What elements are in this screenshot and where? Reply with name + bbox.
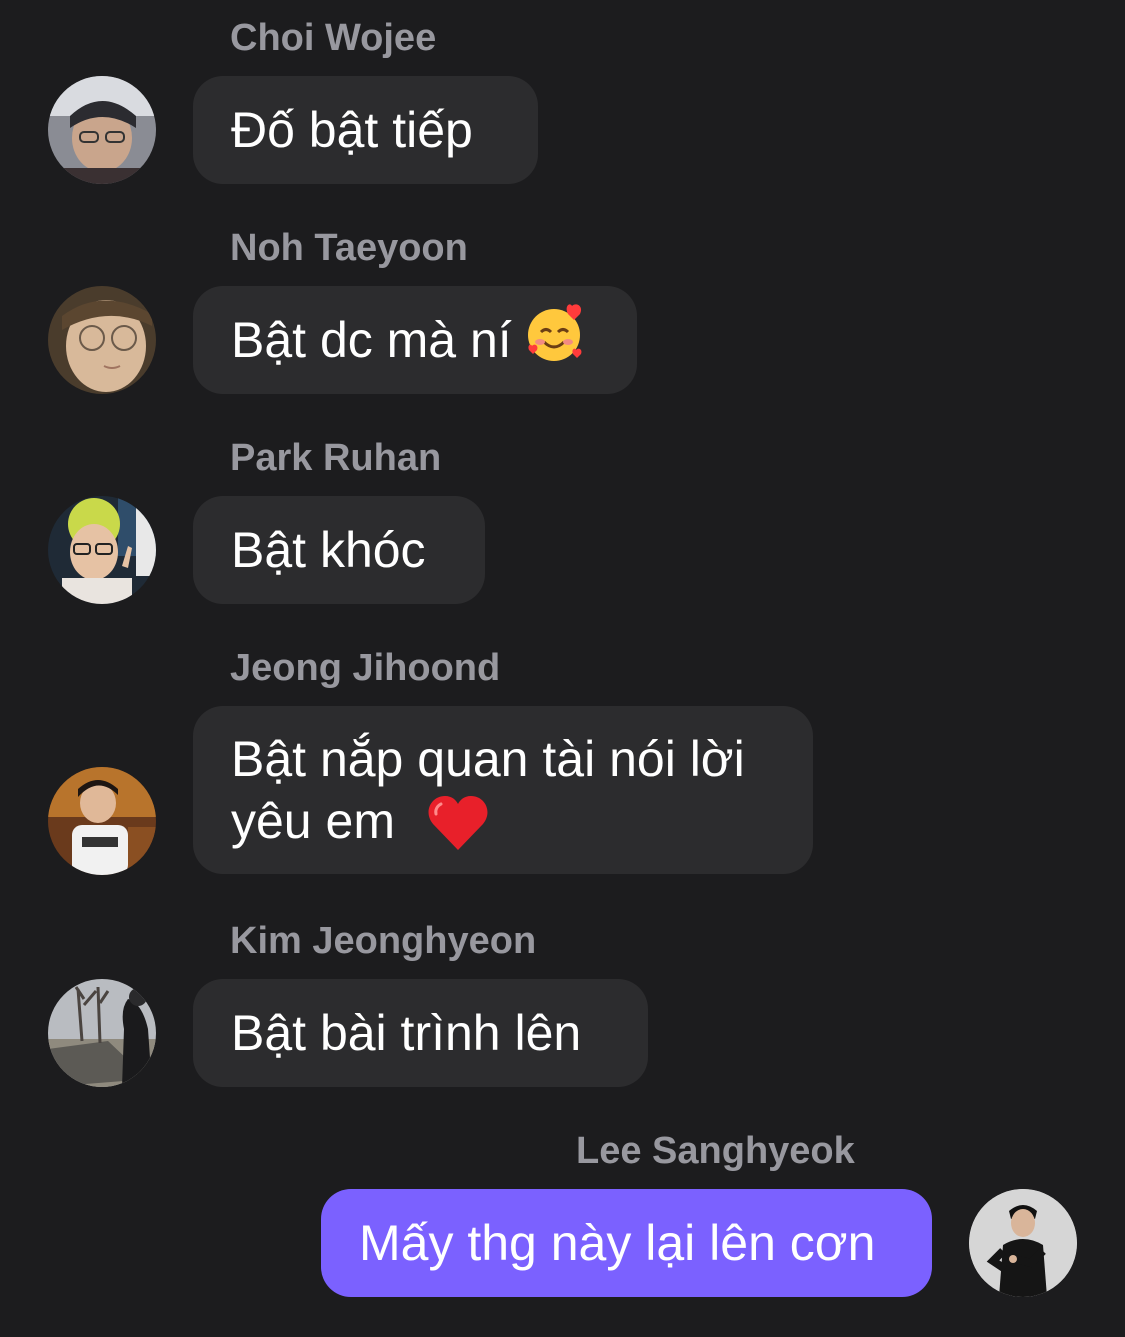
smiling-face-with-hearts-emoji: [524, 302, 586, 378]
message-text: Bật khóc: [231, 522, 426, 578]
message-bubble[interactable]: Bật khóc: [193, 496, 485, 604]
message-bubble[interactable]: Bật dc mà ní: [193, 286, 637, 394]
message-text: Đố bật tiếp: [231, 102, 473, 158]
user-photo-avatar[interactable]: [48, 767, 156, 875]
message-text: Bật dc mà ní: [231, 312, 512, 368]
sender-name: Jeong Jihoond: [230, 647, 501, 689]
sender-name: Park Ruhan: [230, 437, 442, 479]
sender-name: Choi Wojee: [230, 17, 437, 59]
message-text: Bật bài trình lên: [231, 1005, 582, 1061]
message-bubble[interactable]: Đố bật tiếp: [193, 76, 538, 184]
sender-name: Noh Taeyoon: [230, 227, 468, 269]
red-heart-emoji: [427, 794, 489, 866]
user-photo-avatar[interactable]: [48, 496, 156, 604]
message-bubble[interactable]: Bật nắp quan tài nói lời yêu em: [193, 706, 813, 874]
message-text: Mấy thg này lại lên cơn: [359, 1215, 876, 1271]
message-bubble[interactable]: Bật bài trình lên: [193, 979, 648, 1087]
user-photo-avatar[interactable]: [48, 979, 156, 1087]
message-bubble-outgoing[interactable]: Mấy thg này lại lên cơn: [321, 1189, 932, 1297]
user-photo-avatar[interactable]: [969, 1189, 1077, 1297]
sender-name: Lee Sanghyeok: [576, 1130, 855, 1172]
chat-thread: Choi Wojee Đố bật tiếp Noh Taeyoon Bật d…: [0, 0, 1125, 1337]
sender-name: Kim Jeonghyeon: [230, 920, 537, 962]
user-photo-avatar[interactable]: [48, 286, 156, 394]
user-photo-avatar[interactable]: [48, 76, 156, 184]
